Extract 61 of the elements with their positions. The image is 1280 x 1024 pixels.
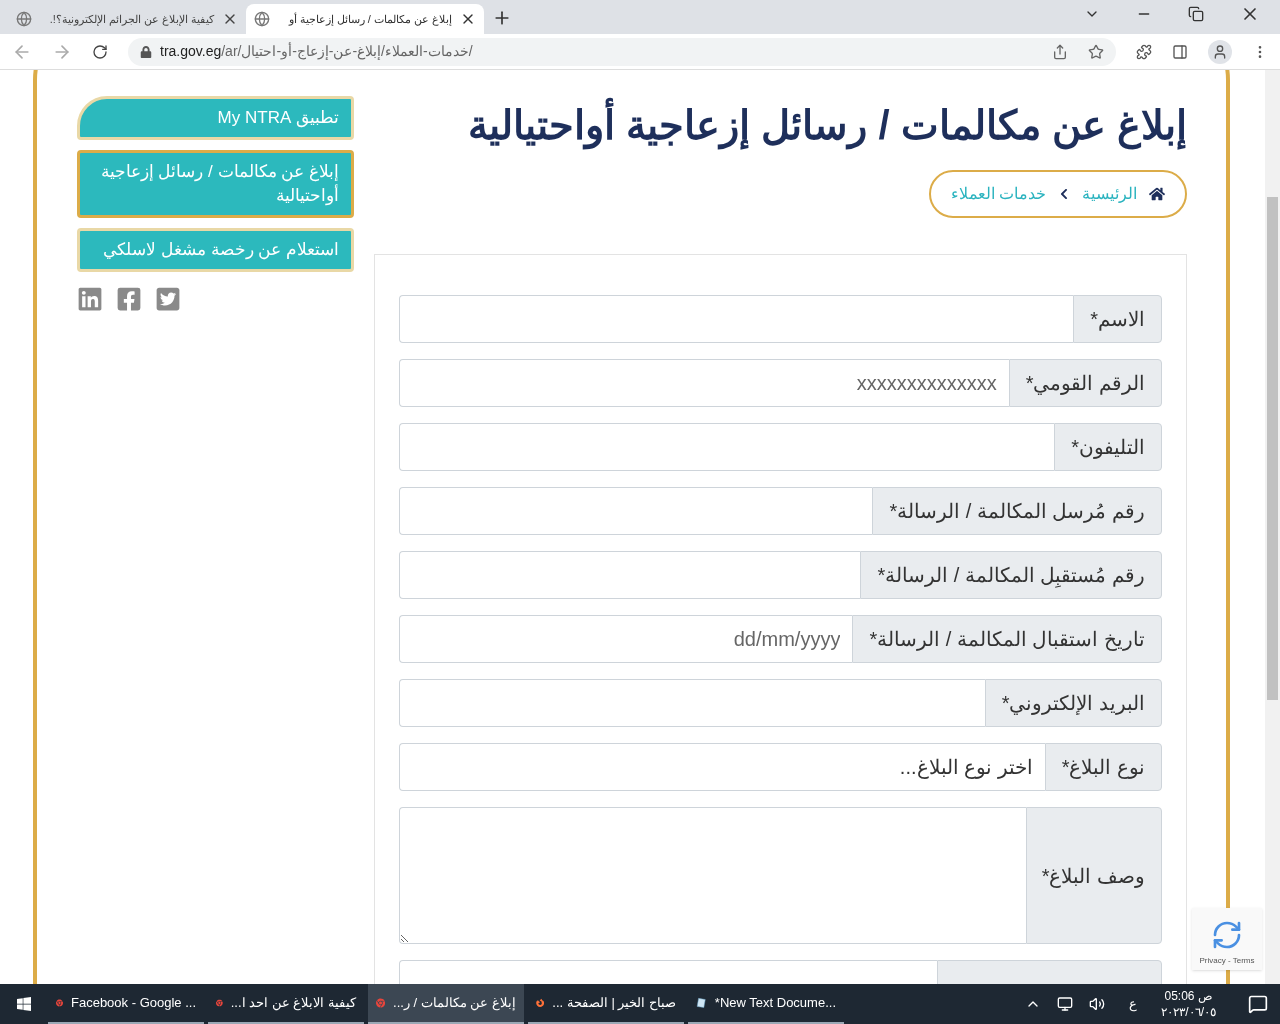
lock-icon (140, 45, 152, 58)
field-label: البريد الإلكتروني* (984, 679, 1162, 727)
extensions-icon[interactable] (1136, 43, 1152, 60)
taskbar-item[interactable]: كيفية الابلاغ عن احد ا... (208, 984, 364, 1024)
clock-time[interactable]: 05:06 ص (1164, 988, 1213, 1004)
input-field[interactable]: xxxxxxxxxxxxxx (399, 359, 1009, 407)
url-path: /ar/خدمات-العملاء/إبلاغ-عن-إزعاج-أو-احتيال/ (221, 41, 473, 62)
twitter-icon[interactable] (155, 286, 181, 312)
facebook-icon[interactable] (116, 286, 142, 312)
tab-title: كيفية الإبلاغ عن الجرائم الإلكترونية؟!. (49, 11, 214, 28)
taskbar-label: صباح الخير | الصفحة ... (552, 994, 676, 1013)
field-label: وصف البلاغ* (1026, 807, 1162, 944)
field-label: رقم مُرسل المكالمة / الرسالة* (872, 487, 1162, 535)
browser-tab[interactable]: إبلاغ عن مكالمات / رسائل إزعاجية أو (246, 4, 484, 34)
select-field[interactable]: اختر نوع البلاغ... (399, 743, 1045, 791)
scrollbar[interactable] (1265, 70, 1280, 984)
taskbar-item[interactable]: صباح الخير | الصفحة ... (528, 984, 684, 1024)
volume-icon[interactable] (1089, 996, 1106, 1012)
field-label: الرقم القومي* (1008, 359, 1162, 407)
scrollbar-thumb[interactable] (1267, 197, 1278, 700)
taskbar-label: Facebook - Google ... (71, 994, 196, 1013)
taskbar-item[interactable]: Facebook - Google ... (48, 984, 204, 1024)
home-icon[interactable] (1149, 186, 1165, 202)
taskbar-item[interactable]: إبلاغ عن مكالمات / ر... (368, 984, 524, 1024)
field-label: الاسم* (1073, 295, 1162, 343)
date-field[interactable]: dd/mm/yyyy (399, 615, 853, 663)
field-label: تاريخ استقبال المكالمة / الرسالة* (852, 615, 1162, 663)
input-field[interactable] (399, 551, 861, 599)
start-icon[interactable] (16, 996, 32, 1012)
input-field[interactable] (399, 679, 985, 727)
restore-icon[interactable] (1188, 6, 1204, 22)
field-label: رقم مُستقبِل المكالمة / الرسالة* (860, 551, 1162, 599)
field-label: التليفون* (1054, 423, 1162, 471)
share-icon[interactable] (1052, 43, 1068, 60)
reload-icon[interactable] (92, 43, 108, 60)
favicon-icon (254, 11, 270, 27)
input-field[interactable] (399, 487, 873, 535)
profile-avatar[interactable] (1208, 39, 1232, 64)
clock-date[interactable]: ٢٠٢٣/٠٦/٠٥ (1161, 1004, 1216, 1020)
url-host: tra.gov.eg (160, 43, 222, 59)
recaptcha-icon (1211, 919, 1243, 951)
taskbar-label: *New Text Docume... (714, 994, 836, 1013)
taskbar-label: كيفية الابلاغ عن احد ا... (230, 994, 356, 1013)
favicon-icon (16, 11, 32, 27)
input-language[interactable]: ع (1129, 994, 1138, 1014)
input-field[interactable] (399, 295, 1074, 343)
side-panel-icon[interactable] (1172, 43, 1188, 60)
linkedin-icon[interactable] (77, 286, 103, 312)
recaptcha-badge[interactable]: Privacy - Terms (1192, 908, 1262, 970)
textarea-field[interactable] (399, 807, 1026, 944)
chevron-icon (1058, 188, 1070, 200)
input-field[interactable] (399, 423, 1055, 471)
notifications-icon[interactable] (1248, 994, 1268, 1014)
browser-tab[interactable]: كيفية الإبلاغ عن الجرائم الإلكترونية؟!. (8, 4, 246, 34)
bookmark-icon[interactable] (1088, 43, 1104, 60)
field-label: نوع البلاغ* (1044, 743, 1162, 791)
tab-title: إبلاغ عن مكالمات / رسائل إزعاجية أو (288, 11, 452, 28)
recaptcha-links[interactable]: Privacy - Terms (1199, 955, 1255, 967)
taskbar-item[interactable]: *New Text Docume... (688, 984, 844, 1024)
network-icon[interactable] (1057, 996, 1074, 1012)
taskbar-label: إبلاغ عن مكالمات / ر... (393, 994, 516, 1013)
